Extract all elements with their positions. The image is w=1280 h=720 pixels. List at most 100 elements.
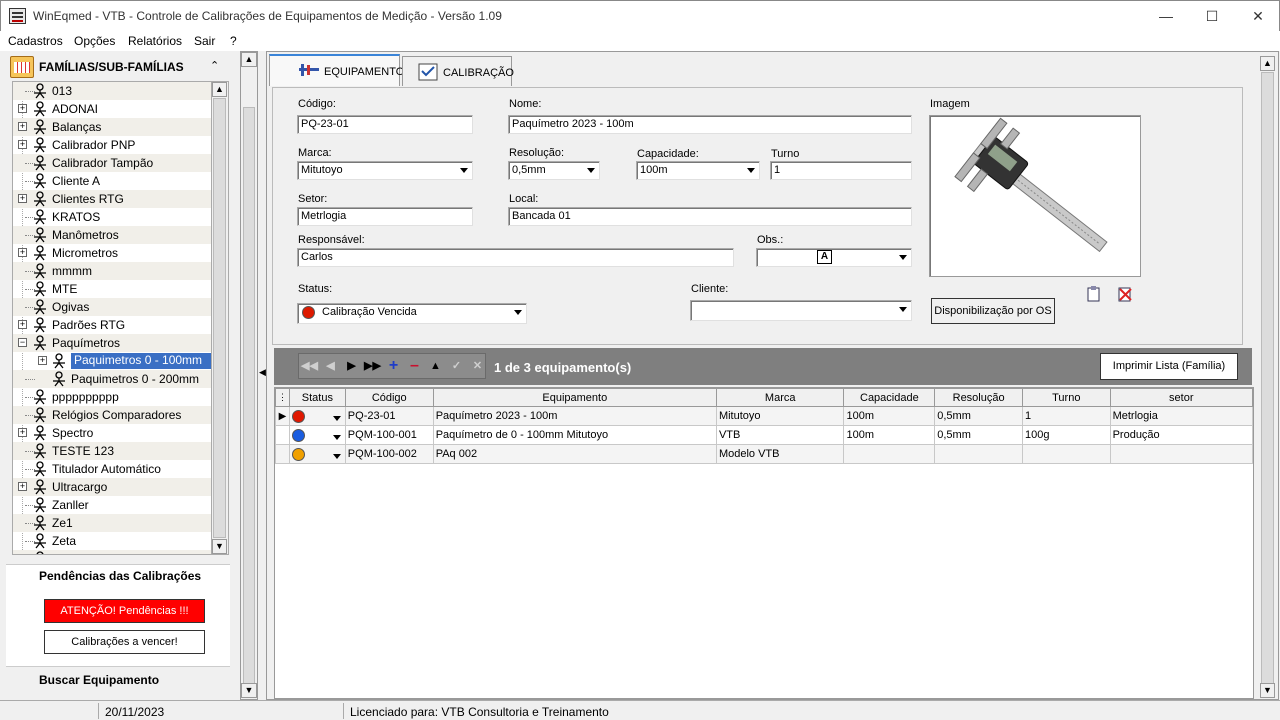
prior-record-icon[interactable]: ◀: [320, 354, 341, 378]
tree-item[interactable]: Ogivas: [13, 298, 211, 316]
tree-item[interactable]: + Calibrador PNP: [13, 136, 211, 154]
tree-item[interactable]: Ze1: [13, 514, 211, 532]
capacidade-cell[interactable]: [843, 444, 936, 464]
maximize-button[interactable]: ☐: [1189, 1, 1235, 31]
tree-item[interactable]: + Spectro: [13, 424, 211, 442]
minimize-button[interactable]: —: [1143, 1, 1189, 31]
local-field[interactable]: Bancada 01: [508, 207, 912, 226]
expand-node-icon[interactable]: +: [38, 356, 47, 365]
pendencias-alert-button[interactable]: ATENÇÃO! Pendências !!!: [44, 599, 205, 623]
capacidade-select[interactable]: 100m: [636, 161, 760, 180]
tree-item[interactable]: Zanller: [13, 496, 211, 514]
tree-item[interactable]: Paquimetros 0 - 200mm: [13, 370, 211, 388]
left-scroll-up-arrow-icon[interactable]: ▲: [241, 52, 257, 67]
menu-relatorios[interactable]: Relatórios: [128, 34, 182, 48]
tree-scrollbar[interactable]: ▲ ▼: [212, 81, 229, 555]
table-row[interactable]: PQM-100-001 Paquímetro de 0 - 100mm Mitu…: [275, 425, 1254, 445]
table-row[interactable]: PQM-100-002 PAq 002 Modelo VTB: [275, 444, 1254, 464]
equipment-table[interactable]: ⋮ Status Código Equipamento Marca Capaci…: [275, 388, 1254, 464]
panel-splitter[interactable]: ◀: [258, 51, 266, 700]
disponibilizacao-os-button[interactable]: Disponibilização por OS: [931, 298, 1055, 324]
column-header-resolucao[interactable]: Resolução: [934, 388, 1023, 407]
first-record-icon[interactable]: ◀◀: [299, 354, 320, 378]
expand-node-icon[interactable]: +: [18, 320, 27, 329]
post-record-icon[interactable]: ✓: [446, 354, 467, 378]
next-record-icon[interactable]: ▶: [341, 354, 362, 378]
tree-item[interactable]: − Paquímetros: [13, 334, 211, 352]
tree-item[interactable]: KRATOS: [13, 208, 211, 226]
right-panel-scrollbar[interactable]: ▲ ▼: [1259, 56, 1276, 698]
insert-record-icon[interactable]: +: [383, 354, 404, 378]
marca-cell[interactable]: Mitutoyo: [715, 406, 845, 426]
obs-select[interactable]: A: [756, 248, 912, 267]
tree-item[interactable]: Titulador Automático: [13, 460, 211, 478]
column-header-status[interactable]: Status: [288, 388, 346, 407]
column-header-setor[interactable]: setor: [1109, 388, 1254, 407]
table-row[interactable]: ▶ PQ-23-01 Paquímetro 2023 - 100m Mituto…: [275, 406, 1254, 426]
setor-cell[interactable]: Produção: [1109, 425, 1254, 445]
row-indicator-header[interactable]: ⋮: [275, 388, 290, 407]
delete-record-icon[interactable]: –: [404, 354, 425, 378]
equipamento-cell[interactable]: Paquímetro 2023 - 100m: [432, 406, 717, 426]
status-select[interactable]: Calibração Vencida: [297, 303, 527, 324]
codigo-cell[interactable]: PQM-100-001: [344, 425, 434, 445]
turno-cell[interactable]: 100g: [1022, 425, 1111, 445]
codigo-cell[interactable]: PQ-23-01: [344, 406, 434, 426]
splitter-arrow-icon[interactable]: ◀: [259, 367, 266, 378]
scroll-down-arrow-icon[interactable]: ▼: [212, 539, 227, 554]
calibracoes-vencer-button[interactable]: Calibrações a vencer!: [44, 630, 205, 654]
setor-cell[interactable]: [1109, 444, 1254, 464]
cliente-select[interactable]: [690, 300, 912, 321]
codigo-field[interactable]: PQ-23-01: [297, 115, 473, 134]
expand-node-icon[interactable]: +: [18, 428, 27, 437]
tree-item[interactable]: + Clientes RTG: [13, 190, 211, 208]
menu-help[interactable]: ?: [230, 34, 237, 48]
setor-cell[interactable]: Metrlogia: [1109, 406, 1254, 426]
buscar-header[interactable]: Buscar Equipamento: [6, 666, 230, 694]
tab-calibracao[interactable]: CALIBRAÇÃO: [402, 56, 514, 86]
tab-equipamento[interactable]: EQUIPAMENTO: [269, 54, 404, 86]
tree-item[interactable]: + Paquimetros 0 - 100mm: [13, 352, 211, 370]
capacidade-cell[interactable]: 100m: [843, 406, 936, 426]
menu-opcoes[interactable]: Opções: [74, 34, 115, 48]
resolucao-cell[interactable]: 0,5mm: [934, 425, 1023, 445]
tree-item[interactable]: pppppppppp: [13, 388, 211, 406]
column-header-marca[interactable]: Marca: [715, 388, 845, 407]
resolucao-select[interactable]: 0,5mm: [508, 161, 600, 180]
marca-cell[interactable]: Modelo VTB: [715, 444, 845, 464]
right-scroll-down-arrow-icon[interactable]: ▼: [1260, 683, 1275, 698]
capacidade-cell[interactable]: 100m: [843, 425, 936, 445]
left-scroll-down-arrow-icon[interactable]: ▼: [241, 683, 257, 698]
menu-cadastros[interactable]: Cadastros: [8, 34, 63, 48]
expand-node-icon[interactable]: +: [18, 482, 27, 491]
print-list-button[interactable]: Imprimir Lista (Família): [1100, 353, 1238, 380]
tree-item[interactable]: Zeta: [13, 532, 211, 550]
turno-cell[interactable]: 1: [1022, 406, 1111, 426]
tree-item[interactable]: Zeus: [13, 550, 211, 554]
codigo-cell[interactable]: PQM-100-002: [344, 444, 434, 464]
expand-node-icon[interactable]: +: [18, 104, 27, 113]
equipamento-cell[interactable]: Paquímetro de 0 - 100mm Mitutoyo: [432, 425, 717, 445]
expand-node-icon[interactable]: +: [18, 248, 27, 257]
nome-field[interactable]: Paquímetro 2023 - 100m: [508, 115, 912, 134]
tree-scroll-thumb[interactable]: [213, 98, 226, 538]
column-header-capacidade[interactable]: Capacidade: [843, 388, 936, 407]
tree-item[interactable]: TESTE 123: [13, 442, 211, 460]
tree-item[interactable]: Relógios Comparadores: [13, 406, 211, 424]
turno-cell[interactable]: [1022, 444, 1111, 464]
delete-image-icon[interactable]: [1116, 285, 1134, 303]
close-button[interactable]: ✕: [1235, 1, 1280, 31]
tree-item[interactable]: + Padrões RTG: [13, 316, 211, 334]
column-header-codigo[interactable]: Código: [344, 388, 434, 407]
collapse-chevron-icon[interactable]: ⌃: [210, 59, 219, 72]
tree-item[interactable]: + ADONAI: [13, 100, 211, 118]
column-header-turno[interactable]: Turno: [1022, 388, 1111, 407]
resolucao-cell[interactable]: [934, 444, 1023, 464]
left-scroll-thumb[interactable]: [243, 107, 255, 697]
scroll-up-arrow-icon[interactable]: ▲: [212, 82, 227, 97]
left-panel-scrollbar[interactable]: ▲ ▼: [240, 51, 258, 700]
tree-item[interactable]: 013: [13, 82, 211, 100]
expand-node-icon[interactable]: +: [18, 194, 27, 203]
status-cell[interactable]: [288, 425, 346, 445]
collapse-node-icon[interactable]: −: [18, 338, 27, 347]
